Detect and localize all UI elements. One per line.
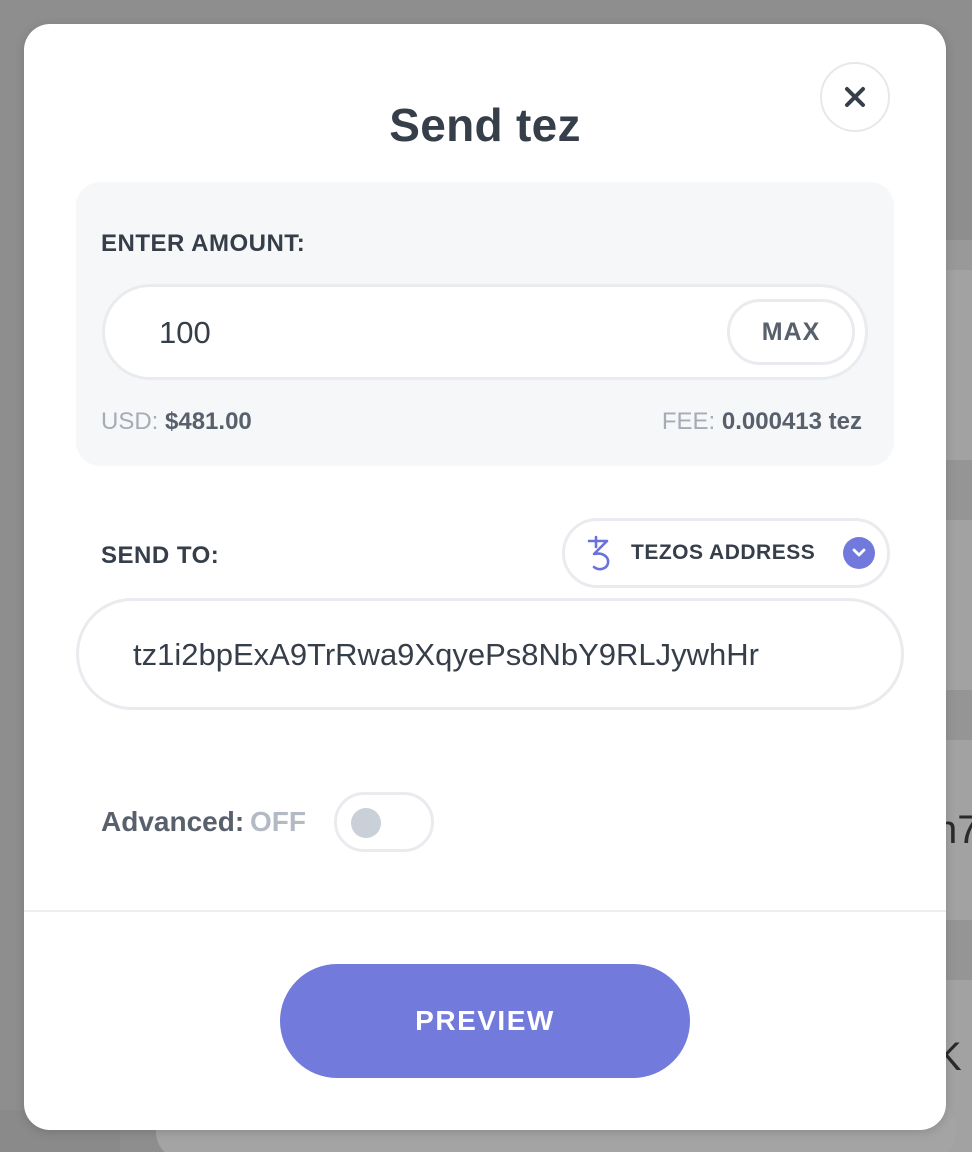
usd-value: $481.00 [165,408,252,435]
usd-label: USD: [101,408,159,435]
address-input-container [76,598,904,710]
amount-input[interactable] [157,301,681,365]
send-to-label: SEND TO: [101,542,220,569]
close-icon [845,87,865,107]
fee-label: FEE: [661,408,716,435]
advanced-toggle[interactable] [334,792,434,852]
close-button[interactable] [820,62,890,132]
max-button[interactable]: MAX [727,299,855,365]
tezos-icon [587,535,610,571]
address-type-selector[interactable]: TEZOS ADDRESS [562,518,890,588]
recipient-address-input[interactable] [131,625,855,685]
address-type-label: TEZOS ADDRESS [631,541,816,564]
advanced-label: Advanced: [101,806,245,837]
amount-input-container: MAX [102,284,868,380]
modal-title: Send tez [389,99,581,151]
chevron-down-icon [843,537,875,569]
fee-value: 0.000413 tez [721,408,862,435]
fee-row: FEE: 0.000413 tez [662,408,862,436]
send-tez-modal: Send tez ENTER AMOUNT: MAX USD: $481.00 … [24,24,946,1130]
preview-button[interactable]: PREVIEW [280,964,690,1078]
amount-panel: ENTER AMOUNT: MAX USD: $481.00 FEE: 0.00… [76,182,894,466]
advanced-state: OFF [250,806,306,837]
amount-label: ENTER AMOUNT: [101,230,306,257]
toggle-knob [351,808,381,838]
usd-value-row: USD: $481.00 [101,408,252,436]
divider [24,910,946,912]
